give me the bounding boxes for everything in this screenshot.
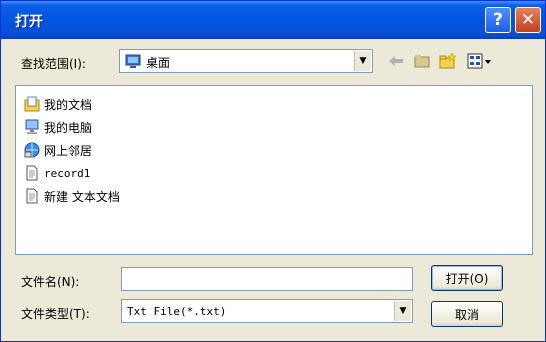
list-item[interactable]: 我的电脑 — [24, 117, 92, 137]
file-name-label: 文件名(N): — [21, 275, 80, 289]
text-file-icon — [24, 188, 40, 204]
look-in-value: 桌面 — [146, 56, 171, 70]
file-name: 我的文档 — [44, 97, 93, 112]
cancel-button-label: 取消 — [454, 307, 479, 322]
open-file-dialog: 打开 ? ✕ 查找范围(I): 桌面 ▼ 我的文档 我的电脑 网上邻居 reco… — [0, 0, 546, 342]
look-in-select[interactable]: 桌面 ▼ — [119, 49, 373, 73]
title-bar[interactable]: 打开 ? ✕ — [1, 1, 545, 39]
chevron-down-icon[interactable]: ▼ — [354, 51, 371, 71]
desktop-icon — [125, 53, 141, 69]
list-item[interactable]: 新建 文本文档 — [24, 186, 120, 206]
window-title: 打开 — [15, 14, 43, 30]
view-menu-icon[interactable] — [465, 51, 495, 71]
cancel-button[interactable]: 取消 — [431, 301, 503, 327]
file-name: 我的电脑 — [44, 120, 93, 135]
back-icon[interactable] — [385, 51, 407, 71]
open-button-label: 打开(O) — [445, 271, 489, 286]
close-icon: ✕ — [520, 10, 536, 30]
file-name: 新建 文本文档 — [44, 189, 120, 204]
file-name: record1 — [44, 166, 91, 180]
list-item[interactable]: 我的文档 — [24, 94, 92, 114]
close-button[interactable]: ✕ — [515, 7, 541, 33]
my-computer-icon — [24, 119, 40, 135]
file-name-input[interactable] — [121, 267, 413, 291]
file-type-label: 文件类型(T): — [21, 307, 90, 321]
file-type-select[interactable]: Txt File(*.txt) ▼ — [121, 299, 413, 323]
help-icon: ? — [493, 10, 503, 30]
file-list[interactable]: 我的文档 我的电脑 网上邻居 record1 新建 文本文档 — [15, 85, 533, 255]
up-folder-icon[interactable] — [411, 51, 433, 71]
file-type-value: Txt File(*.txt) — [127, 305, 227, 318]
network-places-icon — [24, 142, 40, 158]
file-name: 网上邻居 — [44, 143, 93, 158]
chevron-down-icon[interactable]: ▼ — [394, 301, 411, 321]
list-item[interactable]: 网上邻居 — [24, 140, 92, 160]
my-documents-icon — [24, 96, 40, 112]
new-folder-icon[interactable] — [437, 51, 459, 71]
text-file-icon — [24, 165, 40, 181]
look-in-label: 查找范围(I): — [21, 57, 86, 71]
open-button[interactable]: 打开(O) — [431, 265, 503, 291]
help-button[interactable]: ? — [485, 7, 511, 33]
list-item[interactable]: record1 — [24, 163, 90, 183]
